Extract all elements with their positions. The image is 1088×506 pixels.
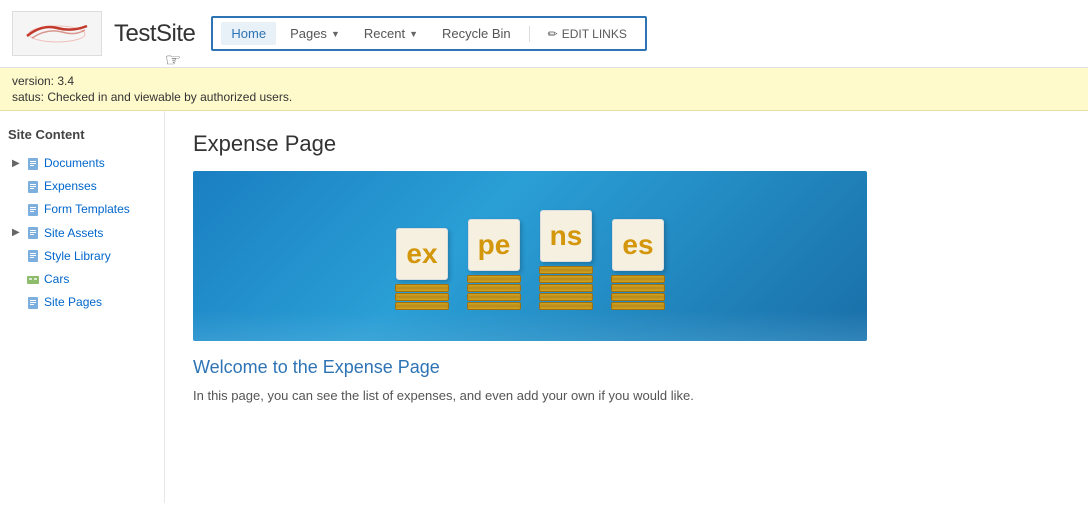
sidebar-item-expenses[interactable]: Expenses [8,175,156,198]
cars-icon [26,273,40,287]
nav-divider [529,26,530,42]
header: TestSite Home Pages ▼ Recent ▼ Recycle B… [0,0,1088,68]
coin-stack-pe: pe [467,219,521,311]
navigation-bar: Home Pages ▼ Recent ▼ Recycle Bin ✏ EDIT… [211,16,646,51]
style-library-label: Style Library [44,247,111,266]
form-templates-label: Form Templates [44,200,130,219]
welcome-text: In this page, you can see the list of ex… [193,386,1060,406]
coin-row [611,284,665,292]
coin-row [395,293,449,301]
coin-row [539,275,593,283]
coin-row [539,302,593,310]
coin-row [467,275,521,283]
sidebar-item-cars[interactable]: Cars [8,268,156,291]
sidebar: Site Content ▶ Documents Expenses [0,111,165,503]
expense-hero-image: ex pe [193,171,867,341]
documents-icon [26,157,40,171]
nav-home-label: Home [231,26,266,41]
sidebar-item-site-pages[interactable]: Site Pages [8,291,156,314]
pencil-icon: ✏ [548,27,558,41]
coin-row [539,293,593,301]
coin-stacks-group: ex pe [395,210,665,321]
status-row: satus: Checked in and viewable by author… [12,90,1076,104]
coin-stack-ns: ns [539,210,593,311]
expenses-label: Expenses [44,177,97,196]
coin-stack-ex: ex [395,228,449,311]
image-reflection [193,311,867,341]
coin-row [467,293,521,301]
site-assets-label: Site Assets [44,224,103,243]
nav-item-pages[interactable]: Pages ▼ [280,22,350,45]
sidebar-item-site-assets[interactable]: ▶ Site Assets [8,222,156,245]
letter-block-ex: ex [396,228,448,280]
coins-es [611,275,665,311]
letter-block-pe: pe [468,219,520,271]
coin-row [395,284,449,292]
recent-dropdown-arrow: ▼ [409,29,418,39]
status-value: Checked in and viewable by authorized us… [47,90,292,104]
coins-pe [467,275,521,311]
coins-ex [395,284,449,311]
nav-edit-links[interactable]: ✏ EDIT LINKS [538,23,637,45]
nav-item-recent[interactable]: Recent ▼ [354,22,428,45]
main-layout: Site Content ▶ Documents Expenses [0,111,1088,503]
cars-label: Cars [44,270,69,289]
style-library-icon [26,249,40,263]
sidebar-title: Site Content [8,127,156,142]
site-logo [12,11,102,56]
pages-dropdown-arrow: ▼ [331,29,340,39]
site-pages-label: Site Pages [44,293,102,312]
expand-arrow-site-assets: ▶ [12,225,22,241]
letter-block-es: es [612,219,664,271]
site-pages-icon [26,296,40,310]
nav-recycle-label: Recycle Bin [442,26,511,41]
coin-row [611,275,665,283]
coin-row [467,284,521,292]
documents-label: Documents [44,154,105,173]
expand-arrow-documents: ▶ [12,156,22,172]
sidebar-item-form-templates[interactable]: Form Templates [8,198,156,221]
version-label: ersion: [18,74,54,88]
nav-item-recycle-bin[interactable]: Recycle Bin [432,22,521,45]
letter-block-ns: ns [540,210,592,262]
coin-row [539,284,593,292]
version-value: 3.4 [57,74,74,88]
coin-row [467,302,521,310]
sidebar-item-style-library[interactable]: Style Library [8,245,156,268]
form-templates-icon [26,203,40,217]
nav-recent-label: Recent [364,26,405,41]
coin-row [539,266,593,274]
status-bar: version: 3.4 satus: Checked in and viewa… [0,68,1088,111]
coin-row [611,293,665,301]
nav-item-home[interactable]: Home [221,22,276,45]
coin-stack-es: es [611,219,665,311]
content-area: Expense Page ex pe [165,111,1088,503]
edit-links-label: EDIT LINKS [562,27,627,41]
nav-pages-label: Pages [290,26,327,41]
expenses-icon [26,180,40,194]
version-row: version: 3.4 [12,74,1076,88]
site-title: TestSite [114,20,195,48]
coin-row [395,302,449,310]
welcome-title: Welcome to the Expense Page [193,357,1060,378]
sidebar-item-documents[interactable]: ▶ Documents [8,152,156,175]
page-title: Expense Page [193,131,1060,157]
status-label: atus: [18,90,44,104]
site-assets-icon [26,226,40,240]
coins-ns [539,266,593,311]
logo-area: TestSite [12,11,195,56]
coin-row [611,302,665,310]
